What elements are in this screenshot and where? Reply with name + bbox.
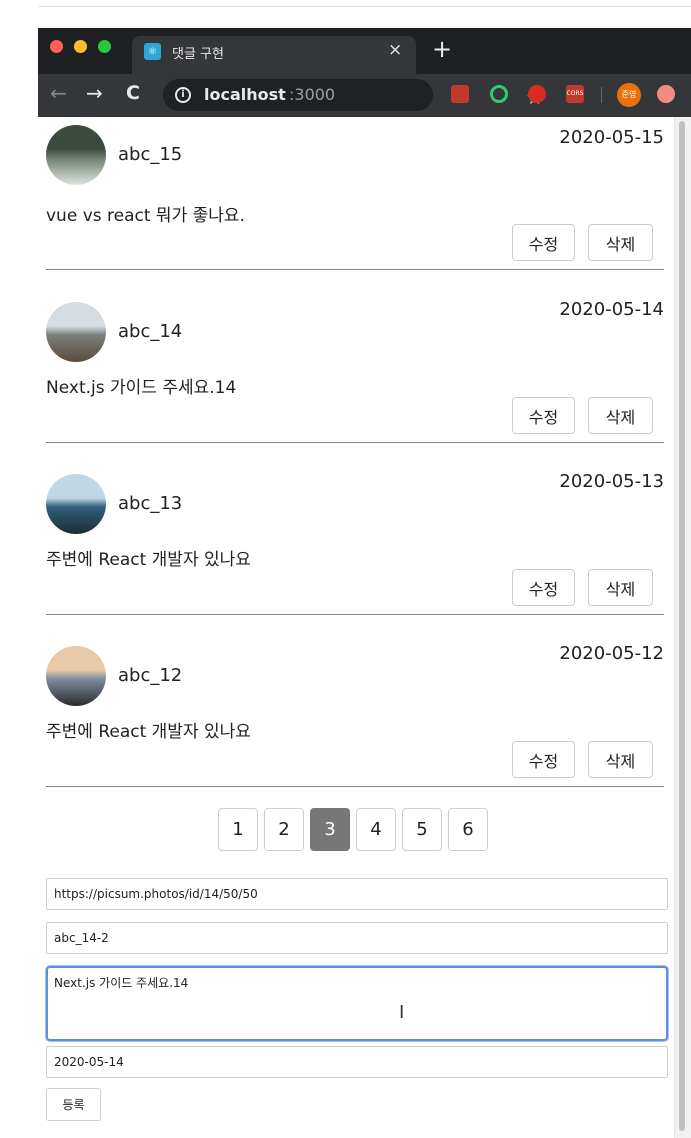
comment-text: 주변에 React 개발자 있나요 [46, 550, 251, 570]
comment-item: abc_13 2020-05-13 주변에 React 개발자 있나요수정 삭제 [46, 461, 664, 633]
browser-chrome: ⚛ 댓글 구현 × + ← → C i localhost :3000 ☆ CO… [38, 28, 691, 117]
tab-close-icon[interactable]: × [388, 40, 402, 60]
delete-button[interactable]: 삭제 [588, 569, 653, 606]
avatar [46, 646, 106, 706]
reload-icon[interactable]: C [126, 82, 140, 104]
page-button-6[interactable]: 6 [448, 808, 488, 851]
extension-icon[interactable] [451, 85, 469, 103]
comment-item: abc_14 2020-05-14 Next.js 가이드 주세요.14 수정 삭제 [46, 289, 664, 461]
comment-date: 2020-05-12 [559, 643, 664, 664]
profile-avatar[interactable]: 준영 [617, 83, 641, 107]
tab-strip: ⚛ 댓글 구현 × + [38, 28, 691, 74]
delete-button[interactable]: 삭제 [588, 741, 653, 778]
forward-arrow-icon[interactable]: → [86, 82, 103, 104]
edit-button[interactable]: 수정 [512, 397, 575, 434]
browser-tab[interactable]: ⚛ 댓글 구현 × [132, 36, 416, 74]
comment-divider [46, 269, 664, 270]
comment-username: abc_15 [118, 144, 183, 165]
comment-item: abc_12 2020-05-12 주변에 React 개발자 있나요수정 삭제 [46, 633, 664, 805]
delete-button[interactable]: 삭제 [588, 397, 653, 434]
react-atom-icon: ⚛ [144, 43, 161, 60]
vertical-scrollbar[interactable] [674, 117, 691, 1138]
comment-divider [46, 786, 664, 787]
comment-date: 2020-05-15 [559, 127, 664, 148]
url-port: :3000 [289, 85, 336, 104]
pagination: 123456 [38, 808, 674, 853]
edit-button[interactable]: 수정 [512, 741, 575, 778]
tab-title: 댓글 구현 [172, 47, 224, 62]
scrollbar-thumb[interactable] [679, 121, 685, 1131]
date-input[interactable] [46, 1046, 668, 1078]
update-icon[interactable] [657, 85, 675, 103]
extension-cors-icon[interactable]: CORS [566, 85, 584, 103]
comment-username: abc_14 [118, 321, 183, 342]
comment-text: Next.js 가이드 주세요.14 [46, 378, 237, 398]
avatar [46, 125, 106, 185]
comment-item: abc_15 2020-05-15 vue vs react 뭐가 좋나요. 수정 삭제 [46, 117, 664, 289]
back-arrow-icon[interactable]: ← [50, 82, 67, 104]
address-bar[interactable]: i localhost :3000 ☆ [163, 79, 543, 111]
page-content: abc_15 2020-05-15 vue vs react 뭐가 좋나요. 수정 삭제… [38, 117, 674, 1138]
window-top-border [38, 6, 691, 7]
comment-date: 2020-05-14 [559, 299, 664, 320]
extension-adblock-icon[interactable] [528, 85, 546, 103]
comment-text: 주변에 React 개발자 있나요 [46, 722, 251, 742]
extension-target-icon[interactable] [490, 85, 508, 103]
avatar-url-input[interactable] [46, 878, 668, 910]
minimize-window-button[interactable] [74, 40, 87, 53]
submit-button[interactable]: 등록 [46, 1088, 101, 1121]
page-button-4[interactable]: 4 [356, 808, 396, 851]
delete-button[interactable]: 삭제 [588, 224, 653, 261]
edit-button[interactable]: 수정 [512, 569, 575, 606]
page-button-1[interactable]: 1 [218, 808, 258, 851]
toolbar-divider [601, 87, 602, 103]
comment-divider [46, 442, 664, 443]
edit-button[interactable]: 수정 [512, 224, 575, 261]
comment-username: abc_12 [118, 665, 183, 686]
info-icon[interactable]: i [175, 87, 191, 103]
url-host: localhost [204, 85, 286, 104]
close-window-button[interactable] [50, 40, 63, 53]
avatar [46, 474, 106, 534]
comment-date: 2020-05-13 [559, 471, 664, 492]
new-tab-icon[interactable]: + [432, 37, 452, 61]
comment-divider [46, 614, 664, 615]
comment-username: abc_13 [118, 493, 183, 514]
page-button-3[interactable]: 3 [310, 808, 350, 851]
browser-toolbar: ← → C i localhost :3000 ☆ CORS 준영 [38, 74, 691, 117]
comment-text: vue vs react 뭐가 좋나요. [46, 206, 245, 226]
avatar [46, 302, 106, 362]
zoom-window-button[interactable] [98, 40, 111, 53]
page-button-2[interactable]: 2 [264, 808, 304, 851]
username-input[interactable] [46, 922, 668, 954]
text-cursor-icon: I [399, 1002, 405, 1023]
content-textarea[interactable]: Next.js 가이드 주세요.14 [46, 966, 668, 1041]
page-button-5[interactable]: 5 [402, 808, 442, 851]
